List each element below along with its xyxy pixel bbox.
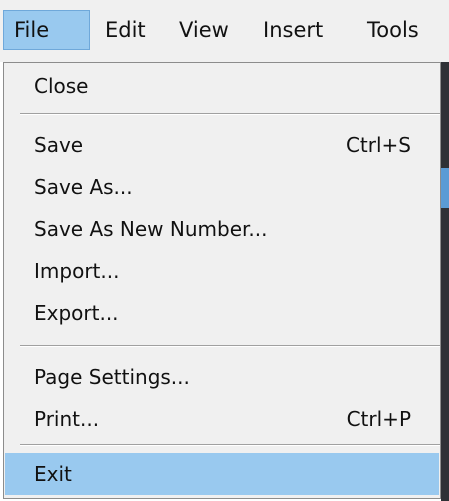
menu-item-label: Print...: [34, 406, 100, 431]
background-app-strip: [441, 62, 449, 501]
menu-item-save-as-new-number[interactable]: Save As New Number...: [5, 208, 439, 249]
menu-item-label: Import...: [34, 258, 120, 283]
menu-file[interactable]: File: [3, 10, 90, 50]
file-dropdown-menu: Close Save Ctrl+S Save As... Save As New…: [3, 62, 441, 499]
menu-item-shortcut: Ctrl+P: [346, 406, 411, 431]
menu-item-label: Export...: [34, 300, 119, 325]
menu-item-exit[interactable]: Exit: [5, 453, 439, 495]
app-window: File Edit View Insert Tools Close Save C…: [0, 0, 449, 501]
menu-item-print[interactable]: Print... Ctrl+P: [5, 398, 439, 439]
menu-tools[interactable]: Tools: [361, 10, 425, 50]
menu-view[interactable]: View: [173, 10, 235, 50]
menu-item-label: Page Settings...: [34, 364, 190, 389]
menu-item-save-as[interactable]: Save As...: [5, 166, 439, 207]
menu-item-label: Save: [34, 132, 84, 157]
menu-item-label: Close: [34, 73, 89, 98]
menu-item-import[interactable]: Import...: [5, 250, 439, 291]
menu-insert[interactable]: Insert: [257, 10, 329, 50]
menu-item-label: Save As New Number...: [34, 216, 268, 241]
menu-edit[interactable]: Edit: [99, 10, 152, 50]
menu-item-label: Exit: [34, 462, 72, 486]
menu-separator: [20, 444, 440, 446]
menu-item-close[interactable]: Close: [5, 65, 439, 106]
menu-item-page-settings[interactable]: Page Settings...: [5, 356, 439, 397]
background-app-accent: [441, 168, 449, 208]
menu-bar: File Edit View Insert Tools: [0, 0, 449, 62]
menu-item-shortcut: Ctrl+S: [345, 132, 411, 157]
menu-separator: [20, 345, 440, 347]
menu-separator: [20, 113, 440, 115]
menu-item-save[interactable]: Save Ctrl+S: [5, 124, 439, 165]
menu-item-export[interactable]: Export...: [5, 292, 439, 333]
menu-item-label: Save As...: [34, 174, 133, 199]
